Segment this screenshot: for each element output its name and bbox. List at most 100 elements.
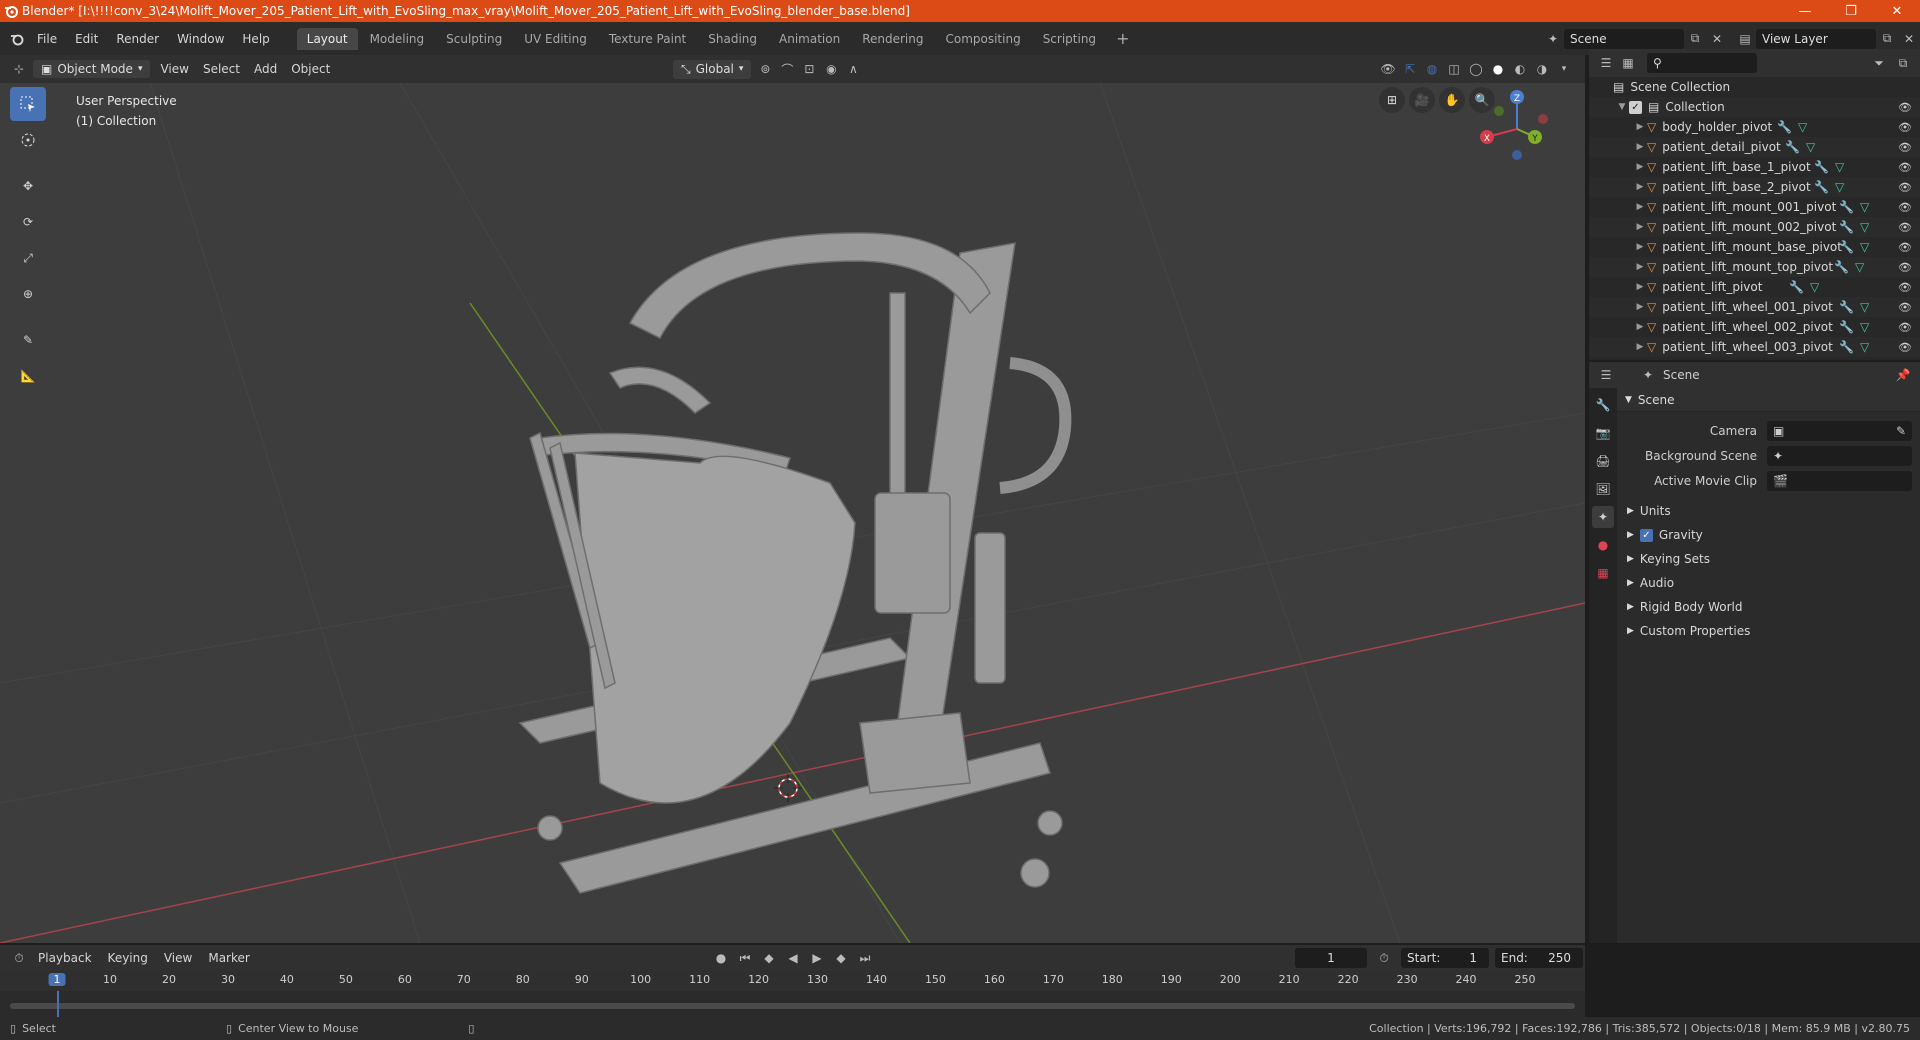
minimize-button[interactable]: —	[1782, 0, 1828, 22]
outliner-object-row[interactable]: ▶ ▽ patient_lift_mount_top_pivot 🔧 ▽ 👁	[1589, 257, 1920, 277]
outliner-object-row[interactable]: ▶ ▽ patient_lift_base_2_pivot 🔧 ▽ 👁	[1589, 177, 1920, 197]
mesh-data-icon[interactable]: ▽	[1810, 280, 1819, 294]
custom-properties-panel[interactable]: ▶ Custom Properties	[1617, 619, 1920, 643]
scale-tool-icon[interactable]: ⤢	[10, 241, 46, 275]
modifier-wrench-icon[interactable]: 🔧	[1839, 320, 1854, 334]
tab-compositing[interactable]: Compositing	[935, 28, 1030, 50]
eye-icon[interactable]: 👁	[1898, 321, 1912, 334]
wireframe-shading-icon[interactable]: ◯	[1465, 59, 1487, 79]
solid-shading-icon[interactable]: ●	[1487, 59, 1509, 79]
play-reverse-icon[interactable]: ◀	[782, 948, 804, 968]
eye-icon[interactable]: 👁	[1898, 121, 1912, 134]
modifier-wrench-icon[interactable]: 🔧	[1814, 160, 1829, 174]
mesh-data-icon[interactable]: ▽	[1835, 180, 1844, 194]
prev-keyframe-icon[interactable]: ◆	[758, 948, 780, 968]
add-workspace-button[interactable]: +	[1108, 29, 1137, 48]
current-frame-field[interactable]: 1	[1295, 948, 1367, 968]
view-layer-selector[interactable]: View Layer	[1756, 28, 1876, 49]
keying-sets-panel[interactable]: ▶ Keying Sets	[1617, 547, 1920, 571]
visibility-icon[interactable]: 👁	[1377, 59, 1399, 79]
move-tool-icon[interactable]: ✥	[10, 169, 46, 203]
expand-caret-icon[interactable]: ▶	[1633, 242, 1647, 252]
delete-view-layer-icon[interactable]: ✕	[1898, 29, 1920, 49]
menu-help[interactable]: Help	[233, 32, 278, 46]
proportional-edit-icon[interactable]: ◉	[820, 59, 842, 79]
menu-marker[interactable]: Marker	[200, 949, 257, 967]
menu-object[interactable]: Object	[284, 60, 337, 78]
tab-layout[interactable]: Layout	[296, 27, 358, 50]
outliner-object-row[interactable]: ▶ ▽ patient_lift_pivot 🔧 ▽ 👁	[1589, 277, 1920, 297]
expand-caret-icon[interactable]: ▶	[1633, 302, 1647, 312]
eye-icon[interactable]: 👁	[1898, 281, 1912, 294]
modifier-wrench-icon[interactable]: 🔧	[1839, 300, 1854, 314]
tab-rendering[interactable]: Rendering	[852, 28, 933, 50]
tab-shading[interactable]: Shading	[698, 28, 767, 50]
camera-view-icon[interactable]: 🎥	[1409, 87, 1435, 113]
gravity-checkbox[interactable]: ✓	[1639, 528, 1653, 542]
outliner-object-row[interactable]: ▶ ▽ patient_detail_pivot 🔧 ▽ 👁	[1589, 137, 1920, 157]
modifier-wrench-icon[interactable]: 🔧	[1834, 260, 1849, 274]
scene-tab-icon[interactable]: ✦	[1592, 506, 1614, 528]
outliner-object-row[interactable]: ▶ ▽ patient_lift_base_1_pivot 🔧 ▽ 👁	[1589, 157, 1920, 177]
gizmo-toggle-icon[interactable]: ⇱	[1399, 59, 1421, 79]
display-mode-icon[interactable]: ▦	[1617, 53, 1639, 73]
rotate-tool-icon[interactable]: ⟳	[10, 205, 46, 239]
eye-icon[interactable]: 👁	[1898, 221, 1912, 234]
menu-window[interactable]: Window	[168, 32, 233, 46]
outliner-object-row[interactable]: ▶ ▽ patient_lift_wheel_003_pivot 🔧 ▽ 👁	[1589, 337, 1920, 357]
expand-caret-icon[interactable]: ▶	[1633, 322, 1647, 332]
playhead-line[interactable]	[57, 991, 59, 1017]
tab-scripting[interactable]: Scripting	[1033, 28, 1106, 50]
start-frame-field[interactable]: Start: 1	[1401, 948, 1489, 968]
menu-add[interactable]: Add	[247, 60, 284, 78]
modifier-wrench-icon[interactable]: 🔧	[1839, 200, 1854, 214]
preview-range-icon[interactable]: ⏱	[1373, 948, 1395, 968]
mesh-data-icon[interactable]: ▽	[1835, 160, 1844, 174]
tab-modeling[interactable]: Modeling	[360, 28, 435, 50]
modifier-wrench-icon[interactable]: 🔧	[1839, 220, 1854, 234]
xray-icon[interactable]: ◫	[1443, 59, 1465, 79]
overlay-toggle-icon[interactable]: ◍	[1421, 59, 1443, 79]
background-scene-field[interactable]: ✦	[1767, 445, 1912, 466]
timeline[interactable]: 1 10 20 30 40 50 60 70 80 90 100 110 120 130 140 150 160…	[0, 971, 1585, 1017]
play-icon[interactable]: ▶	[806, 948, 828, 968]
mesh-data-icon[interactable]: ▽	[1860, 200, 1869, 214]
eye-icon[interactable]: 👁	[1898, 161, 1912, 174]
new-scene-icon[interactable]: ⧉	[1684, 29, 1706, 49]
menu-file[interactable]: File	[28, 32, 66, 46]
outliner-object-row[interactable]: ▶ ▽ patient_lift_mount_001_pivot 🔧 ▽ 👁	[1589, 197, 1920, 217]
outliner-object-row[interactable]: ▶ ▽ patient_lift_wheel_001_pivot 🔧 ▽ 👁	[1589, 297, 1920, 317]
view-layer-icon[interactable]: ▤	[1734, 29, 1756, 49]
expand-caret-icon[interactable]: ▶	[1633, 122, 1647, 132]
render-tab-icon[interactable]: 📷	[1592, 422, 1614, 444]
new-view-layer-icon[interactable]: ⧉	[1876, 29, 1898, 49]
properties-editor-type-icon[interactable]: ☰	[1595, 365, 1617, 385]
new-collection-icon[interactable]: ⧉	[1892, 53, 1914, 73]
timeline-scrollbar[interactable]	[10, 1003, 1575, 1009]
expand-caret-icon[interactable]: ▶	[1633, 222, 1647, 232]
expand-caret-icon[interactable]: ▶	[1633, 342, 1647, 352]
timeline-editor-type-icon[interactable]: ⏱	[8, 948, 30, 968]
modifier-wrench-icon[interactable]: 🔧	[1785, 140, 1800, 154]
units-panel[interactable]: ▶ Units	[1617, 499, 1920, 523]
scene-icon[interactable]: ✦	[1542, 29, 1564, 49]
tab-texture-paint[interactable]: Texture Paint	[599, 28, 696, 50]
expand-caret-icon[interactable]: ▶	[1633, 162, 1647, 172]
expand-caret-icon[interactable]: ▶	[1633, 282, 1647, 292]
menu-keying[interactable]: Keying	[100, 949, 156, 967]
menu-edit[interactable]: Edit	[66, 32, 107, 46]
mesh-data-icon[interactable]: ▽	[1855, 260, 1864, 274]
record-icon[interactable]: ●	[710, 948, 732, 968]
shading-options-icon[interactable]: ▾	[1553, 59, 1575, 79]
eye-icon[interactable]: 👁	[1898, 101, 1912, 114]
eye-icon[interactable]: 👁	[1898, 201, 1912, 214]
menu-view-timeline[interactable]: View	[156, 949, 200, 967]
delete-scene-icon[interactable]: ✕	[1706, 29, 1728, 49]
tool-tab-icon[interactable]: 🔧	[1592, 394, 1614, 416]
snap-icon[interactable]: ⌒	[776, 59, 798, 79]
active-movie-clip-field[interactable]: 🎬	[1767, 470, 1912, 491]
rigid-body-world-panel[interactable]: ▶ Rigid Body World	[1617, 595, 1920, 619]
mesh-data-icon[interactable]: ▽	[1860, 320, 1869, 334]
expand-caret-icon[interactable]: ▶	[1633, 182, 1647, 192]
pan-view-icon[interactable]: ✋	[1439, 87, 1465, 113]
